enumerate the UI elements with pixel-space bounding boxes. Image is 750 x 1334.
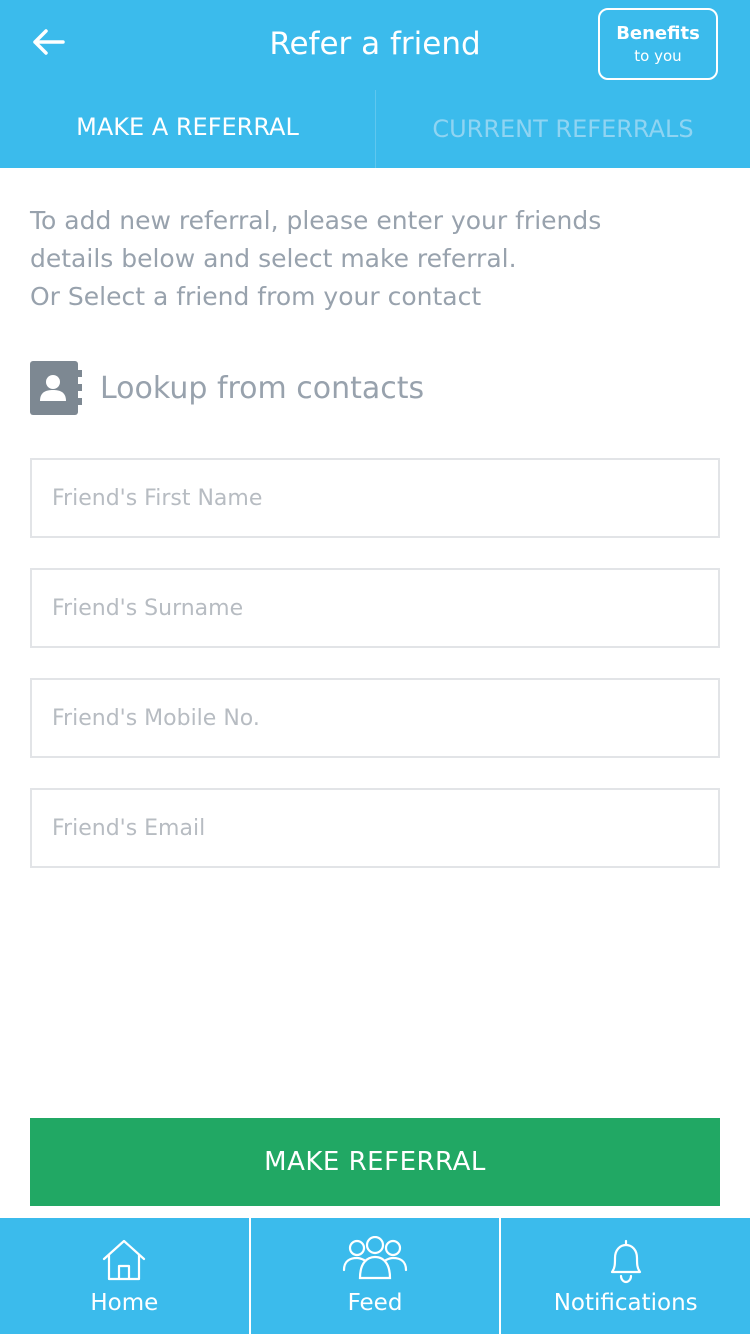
group-icon (342, 1236, 408, 1280)
first-name-input[interactable] (32, 460, 718, 536)
tab-make-referral[interactable]: MAKE A REFERRAL (0, 90, 375, 164)
bottom-nav: Home Feed Notifications (0, 1218, 750, 1334)
nav-item-notifications[interactable]: Notifications (499, 1218, 750, 1334)
arrow-left-icon (33, 29, 65, 55)
nav-label-feed: Feed (347, 1290, 403, 1316)
first-name-field (30, 458, 720, 538)
benefits-sublabel: to you (634, 47, 682, 65)
surname-field (30, 568, 720, 648)
mobile-input[interactable] (32, 680, 718, 756)
home-icon (103, 1239, 146, 1281)
nav-item-home[interactable]: Home (0, 1218, 249, 1334)
intro-text: To add new referral, please enter your f… (30, 202, 720, 316)
intro-line: To add new referral, please enter your f… (30, 206, 602, 235)
nav-label-home: Home (90, 1290, 159, 1316)
surname-input[interactable] (32, 570, 718, 646)
email-field (30, 788, 720, 868)
nav-item-feed[interactable]: Feed (248, 1218, 500, 1334)
benefits-label: Benefits (616, 23, 700, 44)
email-input[interactable] (32, 790, 718, 866)
lookup-label: Lookup from contacts (100, 370, 425, 406)
nav-label-notifications: Notifications (553, 1290, 698, 1316)
lookup-contacts-button[interactable]: Lookup from contacts (30, 360, 424, 416)
mobile-field (30, 678, 720, 758)
back-button[interactable] (24, 22, 72, 62)
bell-icon (610, 1239, 641, 1284)
make-referral-button[interactable]: MAKE REFERRAL (30, 1118, 720, 1206)
intro-line: Or Select a friend from your contact (30, 282, 482, 311)
benefits-button[interactable]: Benefits to you (598, 8, 718, 80)
tab-current-referrals[interactable]: CURRENT REFERRALS (375, 90, 750, 168)
contacts-book-icon (30, 361, 82, 415)
intro-line: details below and select make referral. (30, 244, 517, 273)
